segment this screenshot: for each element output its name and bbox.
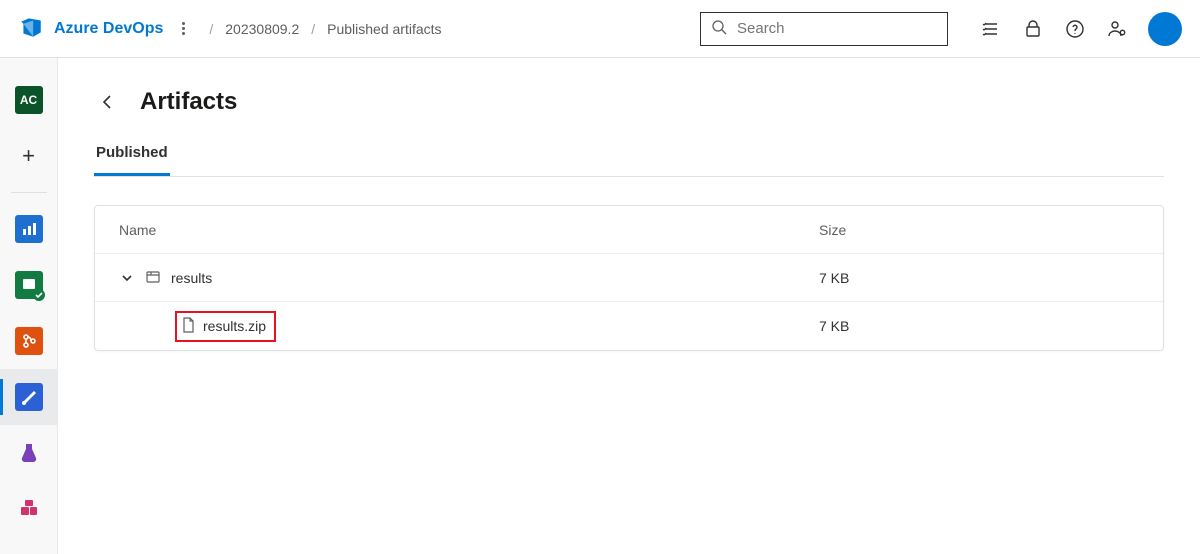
- breadcrumb-item-current[interactable]: Published artifacts: [327, 21, 441, 37]
- search-icon: [711, 19, 727, 38]
- table-header: Name Size: [95, 206, 1163, 254]
- search-input[interactable]: [737, 20, 937, 37]
- overview-icon: [15, 215, 43, 243]
- file-name: results.zip: [203, 318, 266, 334]
- pipelines-icon: [15, 383, 43, 411]
- column-header-name[interactable]: Name: [119, 222, 819, 238]
- user-settings-icon[interactable]: [1098, 10, 1136, 48]
- highlighted-file: results.zip: [175, 311, 276, 342]
- user-avatar[interactable]: [1148, 12, 1182, 46]
- artifacts-table: Name Size results 7 KB: [94, 205, 1164, 351]
- breadcrumb-separator: /: [209, 21, 213, 37]
- boards-icon: [15, 271, 43, 299]
- search-box[interactable]: [700, 12, 948, 46]
- breadcrumb-item-build[interactable]: 20230809.2: [225, 21, 299, 37]
- artifact-row[interactable]: results 7 KB: [95, 254, 1163, 302]
- nav-pipelines[interactable]: [0, 369, 58, 425]
- topbar: Azure DevOps / 20230809.2 / Published ar…: [0, 0, 1200, 58]
- column-header-size[interactable]: Size: [819, 222, 1139, 238]
- marketplace-icon[interactable]: [1014, 10, 1052, 48]
- breadcrumb-separator: /: [311, 21, 315, 37]
- nav-repos[interactable]: [0, 313, 58, 369]
- sidebar-divider: [11, 192, 47, 193]
- tabs: Published: [94, 144, 1164, 177]
- file-size: 7 KB: [819, 318, 1139, 334]
- kebab-icon: [182, 22, 185, 35]
- back-button[interactable]: [94, 88, 122, 116]
- repos-icon: [15, 327, 43, 355]
- package-icon: [145, 268, 161, 287]
- nav-artifacts[interactable]: [0, 481, 58, 537]
- artifacts-icon: [15, 495, 43, 523]
- project-button[interactable]: AC: [0, 72, 58, 128]
- main-content: Artifacts Published Name Size results: [58, 58, 1200, 554]
- help-icon[interactable]: [1056, 10, 1094, 48]
- product-name: Azure DevOps: [54, 20, 163, 38]
- breadcrumb: / 20230809.2 / Published artifacts: [209, 21, 441, 37]
- expand-toggle[interactable]: [119, 272, 135, 284]
- test-plans-icon: [15, 439, 43, 467]
- left-sidebar: AC +: [0, 58, 58, 554]
- artifact-name: results: [171, 270, 212, 286]
- artifact-file-row[interactable]: results.zip 7 KB: [95, 302, 1163, 350]
- nav-test-plans[interactable]: [0, 425, 58, 481]
- project-badge: AC: [15, 86, 43, 114]
- azure-devops-logo[interactable]: Azure DevOps: [18, 14, 163, 43]
- org-switcher-button[interactable]: [169, 15, 197, 43]
- new-item-button[interactable]: +: [0, 128, 58, 184]
- work-items-icon[interactable]: [972, 10, 1010, 48]
- artifact-size: 7 KB: [819, 270, 1139, 286]
- file-icon: [181, 317, 195, 336]
- top-actions: [972, 10, 1182, 48]
- page-title: Artifacts: [140, 88, 237, 116]
- page-titlebar: Artifacts: [94, 88, 1164, 116]
- nav-overview[interactable]: [0, 201, 58, 257]
- azure-devops-icon: [18, 14, 44, 43]
- nav-boards[interactable]: [0, 257, 58, 313]
- chevron-down-icon: [121, 272, 133, 284]
- tab-published[interactable]: Published: [94, 144, 170, 176]
